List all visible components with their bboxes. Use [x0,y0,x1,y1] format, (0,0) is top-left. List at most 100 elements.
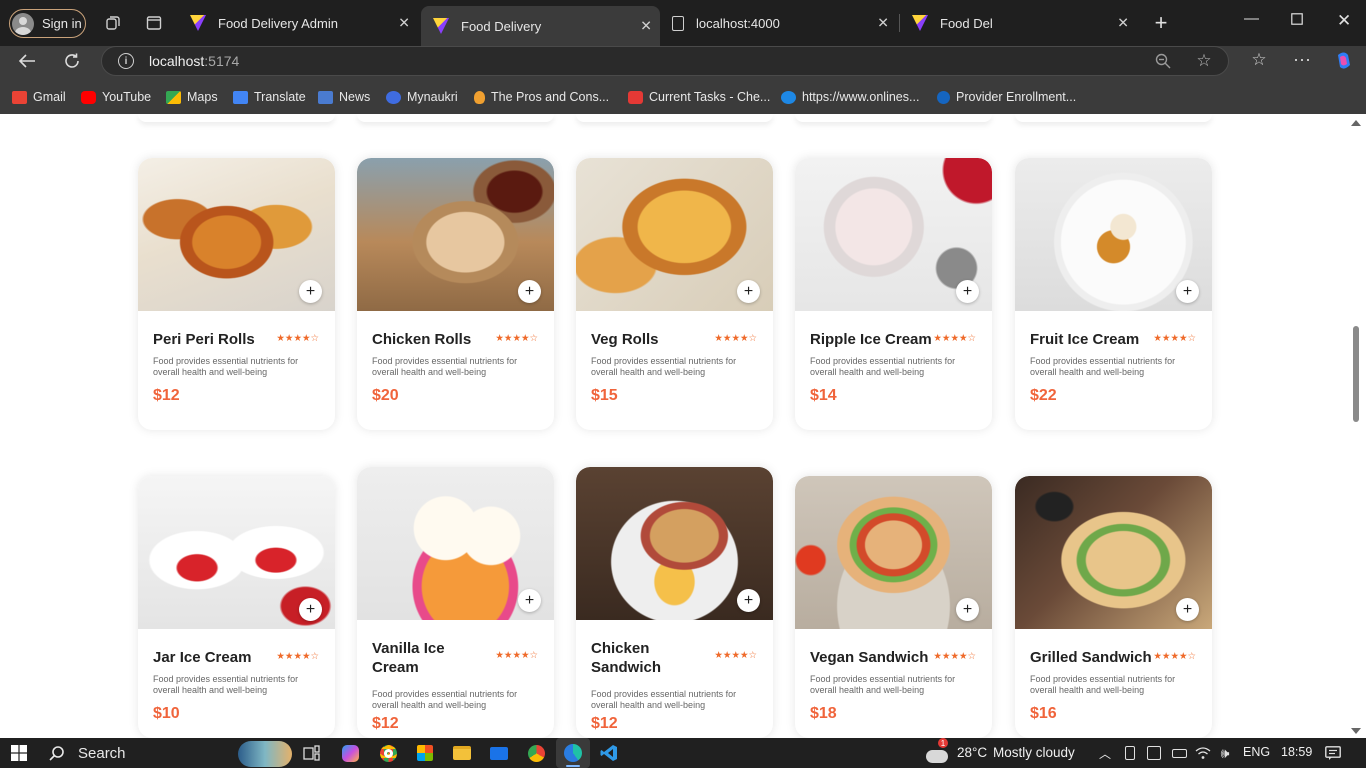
security-icon[interactable] [1145,743,1163,763]
page-favicon-icon [672,15,684,31]
add-to-cart-plus-icon[interactable]: + [737,589,760,612]
food-price: $10 [153,705,180,722]
vscode-app-icon[interactable] [599,743,619,763]
close-tab-icon[interactable]: ✕ [877,15,889,32]
tab-food-delivery-admin[interactable]: Food Delivery Admin ✕ [178,5,418,41]
close-tab-icon[interactable]: ✕ [1117,15,1129,32]
bookmark-youtube[interactable]: YouTube [81,90,151,104]
card-edge [795,114,992,122]
edge-app-icon[interactable] [556,738,590,768]
add-to-cart-plus-icon[interactable]: + [956,598,979,621]
food-card[interactable]: + Chicken Sandwich ★★★★☆ Food provides esse… [576,467,773,738]
tab-actions-icon[interactable] [145,14,163,32]
copilot-icon[interactable] [1333,50,1355,72]
bookmark-pros-and-cons[interactable]: The Pros and Cons... [474,90,609,104]
food-card[interactable]: + Vegan Sandwich ★★★★☆ Food provides essent… [795,476,992,738]
add-to-cart-plus-icon[interactable]: + [299,598,322,621]
food-description: Food provides essential nutrients for ov… [1030,356,1176,377]
close-window-icon[interactable]: ✕ [1337,11,1351,31]
scroll-down-arrow-icon[interactable] [1351,728,1361,734]
new-tab-plus-icon[interactable]: + [1150,10,1172,35]
tab-food-del[interactable]: Food Del ✕ [900,5,1137,41]
favorites-list-icon[interactable]: ☆ [1249,50,1269,70]
food-card[interactable]: + Vanilla Ice Cream ★★★★☆ Food provides ess… [357,467,554,738]
add-to-cart-plus-icon[interactable]: + [1176,598,1199,621]
zoom-out-icon[interactable] [1155,53,1171,69]
back-arrow-icon[interactable] [17,52,37,70]
food-description: Food provides essential nutrients for ov… [1030,674,1176,695]
bookmark-gmail[interactable]: Gmail [12,90,66,104]
mail-app-icon[interactable] [489,743,509,763]
clock-time[interactable]: 18:59 [1281,745,1312,759]
battery-icon[interactable] [1170,743,1188,763]
food-name: Chicken Rolls [372,331,472,348]
language-indicator[interactable]: ENG [1243,745,1270,759]
workspaces-icon[interactable] [104,14,122,32]
add-to-cart-plus-icon[interactable]: + [518,589,541,612]
search-highlight-icon [238,741,292,767]
food-card[interactable]: + Jar Ice Cream ★★★★☆ Food provides essenti… [138,476,335,738]
minimize-window-icon[interactable]: — [1244,10,1259,27]
vite-favicon-icon [433,18,449,34]
file-explorer-icon[interactable] [452,743,472,763]
tab-food-delivery[interactable]: Food Delivery ✕ [421,6,660,46]
food-card[interactable]: + Fruit Ice Cream ★★★★☆ Food provides essen… [1015,158,1212,430]
tasks-icon [628,90,643,104]
bookmark-mynaukri[interactable]: Mynaukri [386,90,458,104]
tab-localhost-4000[interactable]: localhost:4000 ✕ [660,5,897,41]
close-tab-icon[interactable]: ✕ [398,15,410,32]
windows-taskbar: Search 1 28°C Mostly cloudy ︿ 🕪 ENG 18:5… [0,738,1366,768]
bookmark-provider-enrollment[interactable]: Provider Enrollment... [937,90,1076,104]
food-card[interactable]: + Peri Peri Rolls ★★★★☆ Food provides essen… [138,158,335,430]
copilot-app-icon[interactable] [340,743,360,763]
food-card[interactable]: + Grilled Sandwich ★★★★☆ Food provides esse… [1015,476,1212,738]
show-hidden-icons-chevron-icon[interactable]: ︿ [1097,743,1113,763]
food-card[interactable]: + Ripple Ice Cream ★★★★☆ Food provides esse… [795,158,992,430]
vite-favicon-icon [912,15,928,31]
food-card[interactable]: + Veg Rolls ★★★★☆ Food provides essential n… [576,158,773,430]
bookmark-onlines[interactable]: https://www.onlines... [781,90,919,104]
chrome-app-icon[interactable] [378,743,398,763]
scroll-up-arrow-icon[interactable] [1351,120,1361,126]
taskbar-search[interactable]: Search [38,740,292,767]
news-icon [318,90,333,104]
site-info-icon[interactable]: i [118,53,134,69]
close-tab-icon[interactable]: ✕ [640,18,652,35]
weather-description[interactable]: Mostly cloudy [993,745,1075,760]
scroll-thumb[interactable] [1353,326,1359,422]
add-to-cart-plus-icon[interactable]: + [299,280,322,303]
notifications-icon[interactable] [1324,743,1342,763]
weather-cloud-icon[interactable]: 1 [924,738,950,763]
add-to-cart-plus-icon[interactable]: + [956,280,979,303]
bookmark-maps[interactable]: Maps [166,90,218,104]
translate-icon [233,90,248,104]
refresh-icon[interactable] [62,51,82,71]
weather-temperature[interactable]: 28°C [957,745,987,760]
microsoft-store-icon[interactable] [415,743,435,763]
add-to-cart-plus-icon[interactable]: + [1176,280,1199,303]
food-description: Food provides essential nutrients for ov… [153,356,299,377]
sign-in-button[interactable]: Sign in [9,9,86,38]
device-icon[interactable] [1122,743,1138,763]
more-menu-icon[interactable]: ⋯ [1292,50,1312,70]
food-price: $20 [372,387,399,404]
bookmark-news[interactable]: News [318,90,370,104]
favorite-star-icon[interactable]: ☆ [1195,51,1213,70]
task-view-icon[interactable] [302,743,322,763]
add-to-cart-plus-icon[interactable]: + [518,280,541,303]
bookmark-translate[interactable]: Translate [233,90,306,104]
bookmarks-bar: Gmail YouTube Maps Translate News Mynauk… [0,84,1366,114]
wifi-icon[interactable] [1194,743,1212,763]
bookmark-label: YouTube [102,90,152,104]
chrome-app-icon-2[interactable] [526,743,546,763]
address-bar[interactable]: i localhost:5174 ☆ [101,46,1229,76]
food-card[interactable]: + Chicken Rolls ★★★★☆ Food provides essenti… [357,158,554,430]
url-text[interactable]: localhost:5174 [149,53,239,69]
food-description: Food provides essential nutrients for ov… [810,674,956,695]
page-scrollbar[interactable] [1348,114,1366,738]
volume-icon[interactable]: 🕪 [1216,743,1234,763]
add-to-cart-plus-icon[interactable]: + [737,280,760,303]
windows-start-icon[interactable] [10,743,28,763]
bookmark-current-tasks[interactable]: Current Tasks - Che... [628,90,770,104]
maximize-window-icon[interactable] [1291,12,1303,29]
